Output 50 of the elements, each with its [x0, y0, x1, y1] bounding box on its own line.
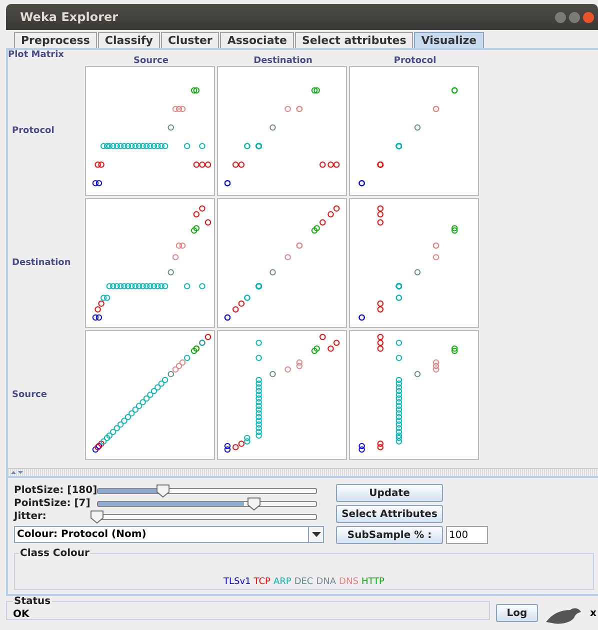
tab[interactable]: Cluster	[160, 32, 220, 48]
scatter-plot[interactable]	[349, 198, 479, 328]
tab[interactable]: Classify	[98, 32, 160, 48]
minimize-button[interactable]	[555, 12, 566, 22]
scatter-plot[interactable]	[85, 330, 215, 460]
class-label: HTTP	[361, 577, 384, 587]
scatter-plot[interactable]	[349, 66, 479, 196]
column-header: Source	[132, 56, 170, 66]
scatter-plot[interactable]	[217, 198, 347, 328]
status-title: Status	[13, 596, 52, 607]
log-button[interactable]: Log	[496, 604, 538, 622]
scatter-plot[interactable]	[217, 66, 347, 196]
column-header: Destination	[252, 56, 314, 66]
plot-matrix-title: Plot Matrix	[8, 50, 65, 60]
action-button[interactable]: Update	[336, 484, 443, 502]
tab[interactable]: Associate	[220, 32, 294, 48]
collapse-arrows-icon[interactable]	[10, 470, 24, 475]
slider-thumb[interactable]	[246, 496, 261, 510]
class-label: ARP	[273, 577, 292, 587]
action-button[interactable]: Select Attributes	[336, 505, 443, 523]
tab[interactable]: Select attributes	[294, 32, 414, 48]
row-header: Destination	[11, 258, 72, 268]
window-title: Weka Explorer	[20, 10, 120, 24]
slider-label: PlotSize: [180]	[14, 485, 98, 496]
tab[interactable]: Visualize	[414, 32, 484, 48]
class-label: DNA	[316, 577, 336, 587]
scatter-plot[interactable]	[85, 198, 215, 328]
slider-thumb[interactable]	[90, 510, 104, 524]
subsample-button[interactable]: SubSample % :	[336, 526, 443, 544]
row-header: Protocol	[11, 126, 56, 136]
close-button[interactable]	[583, 12, 594, 22]
slider-label: PointSize: [7]	[14, 498, 92, 509]
class-label: DNS	[339, 577, 358, 587]
scatter-plot[interactable]	[349, 330, 479, 460]
class-colour-title: Class Colour	[19, 548, 90, 559]
row-header: Source	[11, 390, 48, 400]
class-label: TLSv1	[224, 577, 251, 587]
scatter-plot[interactable]	[217, 330, 347, 460]
colour-dropdown[interactable]: Colour: Protocol (Nom)	[14, 526, 324, 543]
scatter-plot[interactable]	[85, 66, 215, 196]
column-header: Protocol	[392, 56, 438, 66]
tab[interactable]: Preprocess	[14, 32, 97, 48]
slider-thumb[interactable]	[156, 484, 170, 498]
slider-label: Jitter:	[14, 511, 48, 522]
status-message: OK	[13, 609, 30, 620]
maximize-button[interactable]	[569, 12, 580, 22]
class-label: DEC	[294, 577, 314, 587]
subsample-field[interactable]: 100	[446, 526, 488, 544]
instance-counter: x	[590, 608, 596, 619]
class-label: TCP	[254, 577, 270, 587]
